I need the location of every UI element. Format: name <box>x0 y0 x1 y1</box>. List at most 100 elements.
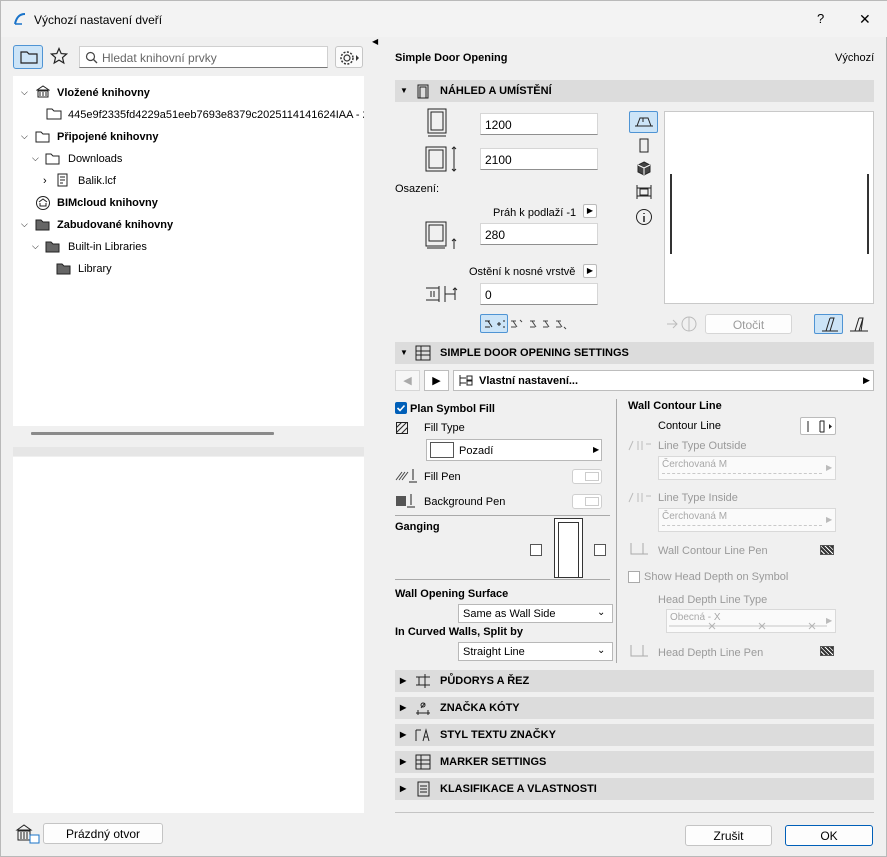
splitter[interactable] <box>13 447 364 456</box>
sill-input[interactable]: 280 <box>480 223 598 245</box>
tree-item-builtin[interactable]: Zabudované knihovny <box>57 219 173 231</box>
section-expanded-arrow-icon: ▼ <box>400 86 408 95</box>
tree-item-downloads[interactable]: Downloads <box>68 153 122 165</box>
head-depth-pen-picker[interactable] <box>808 645 836 658</box>
anchor-mode-options-icons[interactable] <box>510 317 570 331</box>
tree-item-embedded-lib[interactable]: 445e9f2335fd4229a51eeb7693e8379c20251141… <box>68 109 364 121</box>
next-page-button[interactable]: ▶ <box>424 370 449 391</box>
reveal-reference-popup[interactable]: ▶ <box>583 264 597 278</box>
section-marker-header[interactable]: ▶ MARKER SETTINGS <box>395 751 874 773</box>
favorites-star-icon[interactable] <box>50 47 68 65</box>
library-settings-button[interactable] <box>335 46 363 68</box>
tree-item-builtin-libraries[interactable]: Built-in Libraries <box>68 241 147 253</box>
dropdown-arrow-icon: ▶ <box>593 445 600 454</box>
height-input[interactable]: 2100 <box>480 148 598 170</box>
fill-swatch <box>430 442 454 458</box>
title-bar: Výchozí nastavení dveří ? ✕ <box>1 1 887 37</box>
fill-type-dropdown[interactable]: Pozadí ▶ <box>426 439 602 461</box>
folder-icon <box>20 51 38 64</box>
preview-jamb-left <box>670 174 672 254</box>
door-orientation-right-icon[interactable] <box>849 316 869 332</box>
collapse-pane-arrow-icon[interactable]: ◀ <box>372 37 378 46</box>
section-settings-label: SIMPLE DOOR OPENING SETTINGS <box>440 347 629 359</box>
contour-line-icon <box>807 420 832 433</box>
plan-symbol-fill-label: Plan Symbol Fill <box>410 403 495 415</box>
collapse-chevron-icon[interactable]: ⌵ <box>21 131 28 142</box>
section-dimension-label: ZNAČKA KÓTY <box>440 702 520 714</box>
wall-opening-surface-dropdown[interactable]: Same as Wall Side ⌄ <box>458 604 613 623</box>
folder-view-button[interactable] <box>13 45 43 69</box>
tree-item-library[interactable]: Library <box>78 263 112 275</box>
background-pen-picker[interactable] <box>572 494 602 509</box>
tree-item-linked[interactable]: Připojené knihovny <box>57 131 158 143</box>
floor-plan-section-icon <box>416 674 430 688</box>
front-view-icon[interactable] <box>637 138 651 154</box>
anchor-mode-1-button[interactable] <box>480 314 508 333</box>
fill-type-value: Pozadí <box>459 445 494 457</box>
head-depth-type-dropdown[interactable]: Obecná - X ▶ <box>666 609 836 633</box>
tree-item-embedded[interactable]: Vložené knihovny <box>57 87 150 99</box>
section-expanded-arrow-icon: ▼ <box>400 348 408 357</box>
fill-pen-icon <box>395 469 417 483</box>
plan-symbol-fill-checkbox[interactable] <box>395 402 407 414</box>
section-dimension-header[interactable]: ▶ ZNAČKA KÓTY <box>395 697 874 719</box>
tree-item-balik[interactable]: Balik.lcf <box>78 175 116 187</box>
marker-settings-icon <box>415 754 431 770</box>
preset-dropdown[interactable]: Vlastní nastavení... ▶ <box>453 370 874 391</box>
section-preview-header[interactable]: ▼ NÁHLED A UMÍSTĚNÍ <box>395 80 874 102</box>
section-view-icon[interactable] <box>635 184 653 200</box>
background-pen-label: Background Pen <box>424 496 506 508</box>
default-label: Výchozí <box>835 52 875 64</box>
reveal-input[interactable]: 0 <box>480 283 598 305</box>
line-type-outside-dropdown[interactable]: Čerchovaná M ▶ <box>658 456 836 480</box>
3d-view-icon[interactable] <box>636 161 652 177</box>
line-type-inside-label: Line Type Inside <box>658 492 738 504</box>
width-input[interactable]: 1200 <box>480 113 598 135</box>
prev-page-button[interactable]: ◀ <box>395 370 420 391</box>
collapse-chevron-icon[interactable]: ⌵ <box>32 153 39 164</box>
library-manager-icon[interactable] <box>15 823 41 845</box>
wall-contour-pen-picker[interactable] <box>808 544 836 557</box>
section-floorplan-label: PŮDORYS A ŘEZ <box>440 675 530 687</box>
chevron-down-icon: ⌄ <box>597 607 606 618</box>
folder-filled-icon <box>35 219 50 231</box>
section-collapsed-arrow-icon: ▶ <box>400 676 407 685</box>
section-textstyle-header[interactable]: ▶ STYL TEXTU ZNAČKY <box>395 724 874 746</box>
close-button[interactable]: ✕ <box>859 11 871 28</box>
wall-opening-surface-label: Wall Opening Surface <box>395 588 509 600</box>
help-button[interactable]: ? <box>817 11 824 26</box>
background-pen-icon <box>396 494 415 508</box>
search-input[interactable]: Hledat knihovní prvky <box>79 46 328 68</box>
ok-button[interactable]: OK <box>785 825 873 846</box>
horizontal-scrollbar[interactable] <box>31 432 274 435</box>
orientation-left-button[interactable] <box>814 314 843 334</box>
reveal-depth-icon <box>426 286 458 302</box>
section-floorplan-header[interactable]: ▶ PŮDORYS A ŘEZ <box>395 670 874 692</box>
collapse-chevron-icon[interactable]: ⌵ <box>21 219 28 230</box>
section-settings-header[interactable]: ▼ SIMPLE DOOR OPENING SETTINGS <box>395 342 874 364</box>
info-icon[interactable] <box>635 208 653 226</box>
show-head-depth-label: Show Head Depth on Symbol <box>644 571 789 583</box>
rotate-icon <box>667 316 697 332</box>
view-2d-button[interactable] <box>629 111 658 133</box>
collapse-chevron-icon[interactable]: ⌵ <box>32 241 39 252</box>
sill-reference-popup[interactable]: ▶ <box>583 204 597 218</box>
expand-chevron-icon[interactable]: › <box>43 175 47 187</box>
head-depth-pen-label: Head Depth Line Pen <box>658 647 764 659</box>
ganging-left-checkbox[interactable] <box>530 544 542 556</box>
chevron-down-icon: ⌄ <box>597 645 606 656</box>
tree-item-bimcloud[interactable]: BIMcloud knihovny <box>57 197 158 209</box>
ganging-right-checkbox[interactable] <box>594 544 606 556</box>
curved-walls-dropdown[interactable]: Straight Line ⌄ <box>458 642 613 661</box>
show-head-depth-checkbox[interactable] <box>628 571 640 583</box>
fill-pen-picker[interactable] <box>572 469 602 484</box>
collapse-chevron-icon[interactable]: ⌵ <box>21 87 28 98</box>
cancel-button[interactable]: Zrušit <box>685 825 772 846</box>
wall-contour-pen-label: Wall Contour Line Pen <box>658 545 768 557</box>
container-file-icon <box>57 173 68 187</box>
section-classification-header[interactable]: ▶ KLASIFIKACE A VLASTNOSTI <box>395 778 874 800</box>
line-type-inside-dropdown[interactable]: Čerchovaná M ▶ <box>658 508 836 532</box>
rotate-button[interactable]: Otočit <box>705 314 792 334</box>
contour-line-picker[interactable] <box>800 417 836 435</box>
empty-opening-button[interactable]: Prázdný otvor <box>43 823 163 844</box>
